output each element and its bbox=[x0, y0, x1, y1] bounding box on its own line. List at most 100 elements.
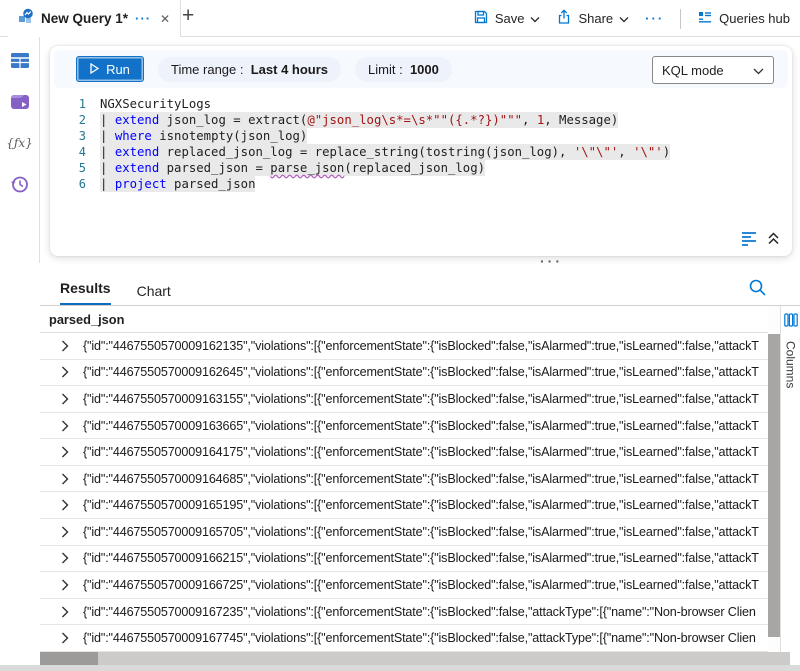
format-lines-icon[interactable] bbox=[741, 231, 758, 251]
tab-bar: New Query 1* ··· ✕ + Save bbox=[0, 0, 800, 37]
results-tab-bar: Results Chart bbox=[60, 276, 171, 306]
column-header-parsed-json[interactable]: parsed_json bbox=[40, 306, 768, 333]
tab-results[interactable]: Results bbox=[60, 280, 111, 306]
play-icon bbox=[90, 62, 99, 77]
code-line[interactable]: 5 | extend parsed_json = parse_json(repla… bbox=[60, 160, 782, 176]
history-icon[interactable] bbox=[10, 174, 30, 194]
vertical-scrollbar[interactable] bbox=[768, 306, 780, 652]
table-row[interactable]: {"id":"4467550570009167235","violations"… bbox=[40, 599, 768, 626]
code-line[interactable]: 4 | extend replaced_json_log = replace_st… bbox=[60, 144, 782, 160]
result-rows: {"id":"4467550570009162135","violations"… bbox=[40, 333, 768, 652]
code-editor[interactable]: 1 NGXSecurityLogs2| extend json_log = ext… bbox=[60, 96, 782, 192]
kusto-web-explorer: New Query 1* ··· ✕ + Save bbox=[0, 0, 800, 671]
saved-queries-icon[interactable] bbox=[10, 92, 30, 112]
code-text: | where isnotempty(json_log) bbox=[100, 128, 307, 144]
code-lines: 1 NGXSecurityLogs2| extend json_log = ext… bbox=[60, 96, 782, 192]
limit-pill[interactable]: Limit : 1000 bbox=[355, 57, 452, 82]
list-icon bbox=[697, 9, 713, 28]
functions-icon-text: {ƒx} bbox=[6, 136, 32, 150]
table-row[interactable]: {"id":"4467550570009164685","violations"… bbox=[40, 466, 768, 493]
row-json-text: {"id":"4467550570009166215","violations"… bbox=[83, 551, 759, 565]
row-json-text: {"id":"4467550570009162645","violations"… bbox=[83, 365, 759, 379]
search-button[interactable] bbox=[748, 278, 767, 302]
collapse-double-chevron-up-icon[interactable] bbox=[767, 232, 780, 250]
functions-icon[interactable]: {ƒx} bbox=[10, 133, 30, 153]
table-row[interactable]: {"id":"4467550570009166725","violations"… bbox=[40, 572, 768, 599]
table-icon[interactable] bbox=[10, 51, 30, 71]
share-label: Share bbox=[578, 11, 613, 26]
expand-chevron-icon[interactable] bbox=[61, 446, 69, 458]
new-tab-button[interactable]: + bbox=[182, 4, 194, 28]
queries-hub-button[interactable]: Queries hub bbox=[697, 9, 790, 28]
run-label: Run bbox=[106, 62, 130, 77]
line-number: 6 bbox=[60, 176, 86, 192]
horizontal-scrollbar-thumb[interactable] bbox=[40, 652, 98, 665]
vertical-scrollbar-thumb[interactable] bbox=[768, 334, 780, 637]
kql-mode-value: KQL mode bbox=[662, 63, 724, 78]
header-actions: Save Share ··· bbox=[473, 0, 790, 37]
page-bottom-scrollbar[interactable] bbox=[0, 665, 800, 671]
expand-chevron-icon[interactable] bbox=[61, 632, 69, 644]
kql-mode-select[interactable]: KQL mode bbox=[652, 56, 774, 84]
table-row[interactable]: {"id":"4467550570009164175","violations"… bbox=[40, 439, 768, 466]
horizontal-scrollbar[interactable] bbox=[40, 652, 790, 665]
more-options-button[interactable]: ··· bbox=[645, 11, 664, 26]
code-text: | extend parsed_json = parse_json(replac… bbox=[100, 160, 485, 176]
table-row[interactable]: {"id":"4467550570009163665","violations"… bbox=[40, 413, 768, 440]
code-line[interactable]: 1 NGXSecurityLogs bbox=[60, 96, 782, 112]
code-text: | project parsed_json bbox=[100, 176, 255, 192]
table-row[interactable]: {"id":"4467550570009167745","violations"… bbox=[40, 625, 768, 652]
row-json-text: {"id":"4467550570009162135","violations"… bbox=[83, 339, 759, 353]
table-row[interactable]: {"id":"4467550570009162135","violations"… bbox=[40, 333, 768, 360]
expand-chevron-icon[interactable] bbox=[61, 473, 69, 485]
row-json-text: {"id":"4467550570009163155","violations"… bbox=[83, 392, 759, 406]
columns-icon bbox=[784, 313, 798, 332]
code-line[interactable]: 6 | project parsed_json bbox=[60, 176, 782, 192]
table-row[interactable]: {"id":"4467550570009162645","violations"… bbox=[40, 360, 768, 387]
query-tab[interactable]: New Query 1* ··· ✕ bbox=[8, 0, 181, 37]
limit-value: 1000 bbox=[410, 62, 439, 77]
share-button[interactable]: Share bbox=[556, 9, 629, 28]
code-text: | extend replaced_json_log = replace_str… bbox=[100, 144, 670, 160]
expand-chevron-icon[interactable] bbox=[61, 579, 69, 591]
expand-chevron-icon[interactable] bbox=[61, 606, 69, 618]
save-label: Save bbox=[495, 11, 525, 26]
time-range-pill[interactable]: Time range : Last 4 hours bbox=[158, 57, 341, 82]
table-row[interactable]: {"id":"4467550570009163155","violations"… bbox=[40, 386, 768, 413]
row-json-text: {"id":"4467550570009164685","violations"… bbox=[83, 472, 759, 486]
expand-chevron-icon[interactable] bbox=[61, 420, 69, 432]
splitter-handle[interactable]: ··· bbox=[540, 253, 563, 269]
tab-chart[interactable]: Chart bbox=[137, 283, 171, 306]
code-line[interactable]: 2| extend json_log = extract(@"json_log\… bbox=[60, 112, 782, 128]
code-line[interactable]: 3| where isnotempty(json_log) bbox=[60, 128, 782, 144]
row-json-text: {"id":"4467550570009163665","violations"… bbox=[83, 419, 759, 433]
expand-chevron-icon[interactable] bbox=[61, 526, 69, 538]
time-range-label: Time range : bbox=[171, 62, 244, 77]
kusto-query-icon bbox=[18, 8, 34, 29]
save-button[interactable]: Save bbox=[473, 9, 541, 28]
tab-more-icon[interactable]: ··· bbox=[135, 11, 151, 26]
run-button[interactable]: Run bbox=[76, 56, 144, 82]
row-json-text: {"id":"4467550570009165195","violations"… bbox=[83, 498, 759, 512]
line-number: 1 bbox=[60, 96, 86, 112]
table-row[interactable]: {"id":"4467550570009166215","violations"… bbox=[40, 546, 768, 573]
expand-chevron-icon[interactable] bbox=[61, 499, 69, 511]
table-row[interactable]: {"id":"4467550570009165195","violations"… bbox=[40, 492, 768, 519]
table-row[interactable]: {"id":"4467550570009165705","violations"… bbox=[40, 519, 768, 546]
row-json-text: {"id":"4467550570009167235","violations"… bbox=[83, 605, 756, 619]
expand-chevron-icon[interactable] bbox=[61, 366, 69, 378]
code-text: NGXSecurityLogs bbox=[100, 96, 211, 112]
header-divider bbox=[680, 9, 681, 29]
tab-close-icon[interactable]: ✕ bbox=[160, 12, 170, 26]
row-json-text: {"id":"4467550570009167745","violations"… bbox=[83, 631, 756, 645]
line-number: 5 bbox=[60, 160, 86, 176]
results-grid: parsed_json {"id":"4467550570009162135",… bbox=[40, 306, 768, 652]
expand-chevron-icon[interactable] bbox=[61, 340, 69, 352]
columns-panel-toggle[interactable]: Columns bbox=[780, 306, 800, 652]
expand-chevron-icon[interactable] bbox=[61, 393, 69, 405]
share-icon bbox=[556, 9, 572, 28]
line-number: 4 bbox=[60, 144, 86, 160]
columns-panel-label: Columns bbox=[784, 341, 798, 388]
chevron-down-icon bbox=[753, 63, 764, 78]
expand-chevron-icon[interactable] bbox=[61, 552, 69, 564]
